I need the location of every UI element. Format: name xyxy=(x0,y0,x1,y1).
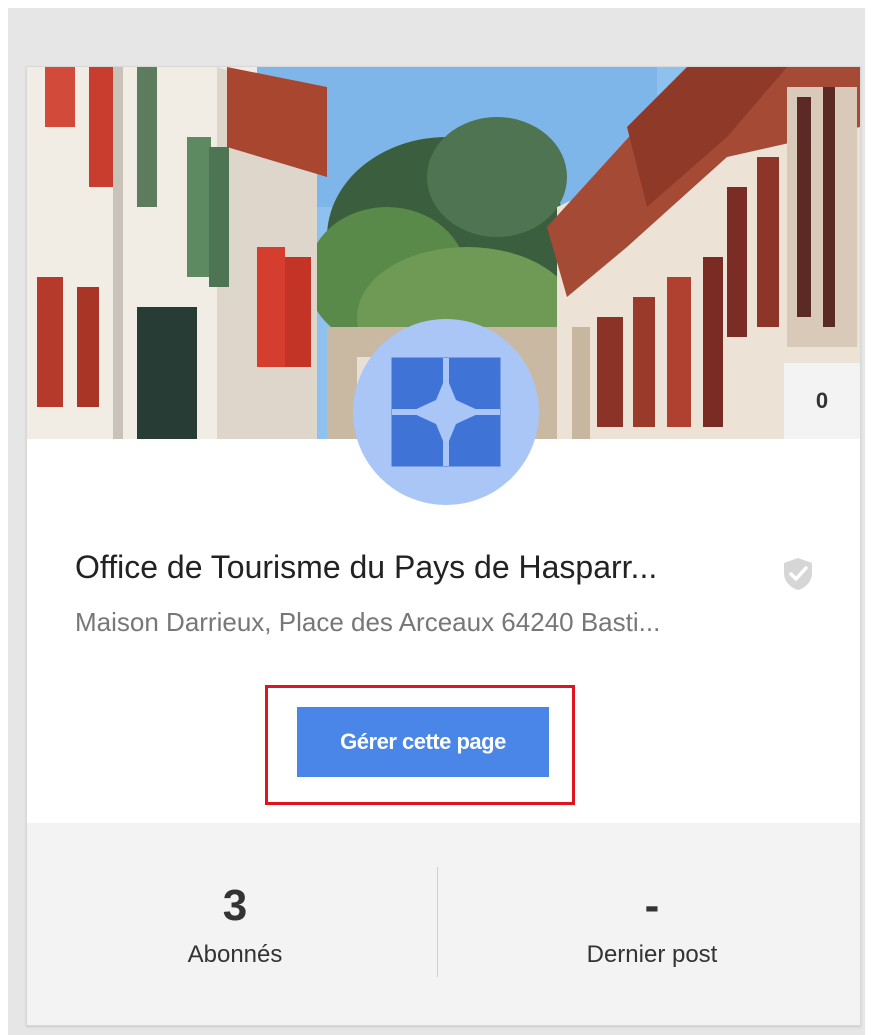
manage-page-button[interactable]: Gérer cette page xyxy=(297,707,549,777)
cover-count-badge: 0 xyxy=(784,363,860,439)
last-post-label: Dernier post xyxy=(586,941,718,968)
star-tile-icon xyxy=(391,357,501,467)
page-avatar[interactable] xyxy=(353,319,539,505)
page-name[interactable]: Office de Tourisme du Pays de Hasparr... xyxy=(75,549,775,586)
stats-divider xyxy=(437,867,438,977)
page-address: Maison Darrieux, Place des Arceaux 64240… xyxy=(75,607,661,637)
followers-stat: 3 Abonnés xyxy=(27,823,443,1025)
business-card: 0 Office de Tourisme du Pays de Hasparr.… xyxy=(26,66,861,1026)
shield-check-icon xyxy=(784,558,812,590)
followers-label: Abonnés xyxy=(187,941,283,968)
followers-count: 3 xyxy=(222,881,248,930)
stats-footer: 3 Abonnés - Dernier post xyxy=(27,823,860,1025)
last-post-stat: - Dernier post xyxy=(444,823,860,1025)
last-post-value: - xyxy=(644,881,660,930)
